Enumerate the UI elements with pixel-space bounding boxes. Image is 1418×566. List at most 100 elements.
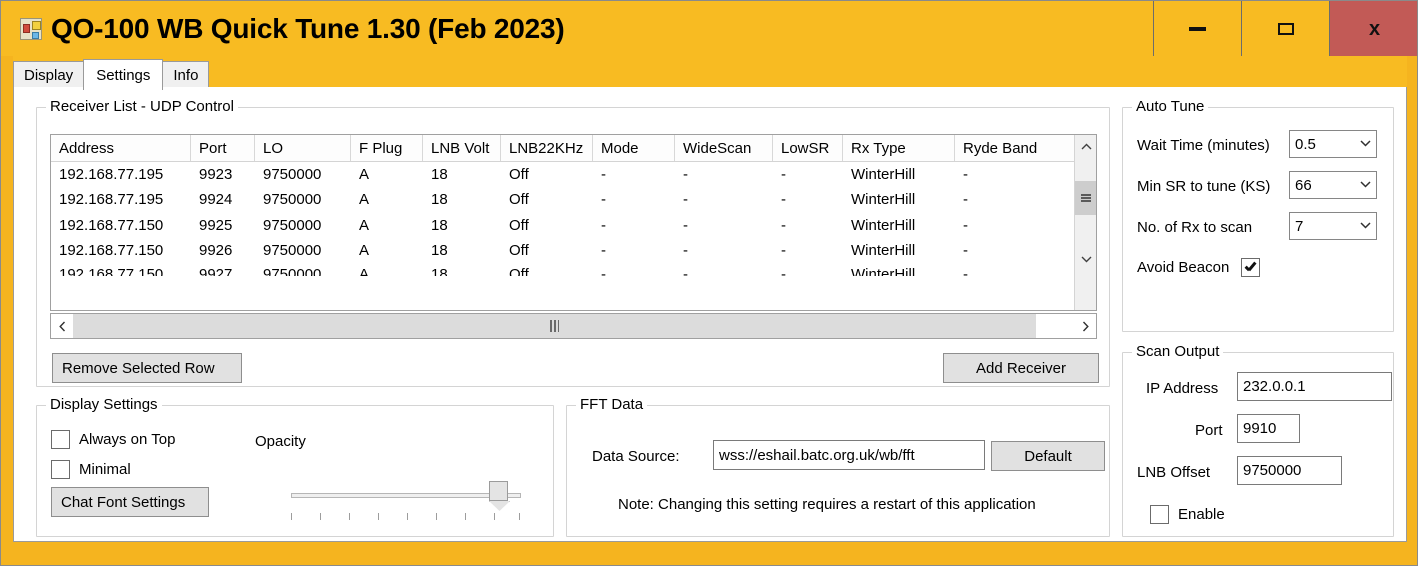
- column-header-mode[interactable]: Mode: [593, 135, 675, 161]
- wait-time-select[interactable]: 0.5: [1289, 130, 1377, 158]
- chevron-down-icon: [1354, 221, 1376, 232]
- column-header-lnbvolt[interactable]: LNB Volt: [423, 135, 501, 161]
- cell-lowsr: -: [781, 266, 786, 277]
- cell-fplug: A: [359, 216, 370, 234]
- close-button[interactable]: x: [1329, 1, 1417, 56]
- enable-checkbox[interactable]: [1150, 505, 1169, 524]
- column-header-widescan[interactable]: WideScan: [675, 135, 773, 161]
- avoid-beacon-checkbox[interactable]: [1241, 258, 1261, 277]
- opacity-slider-thumb[interactable]: [489, 481, 508, 501]
- minimal-row[interactable]: Minimal: [51, 460, 131, 479]
- hscroll-thumb[interactable]: [73, 314, 1036, 338]
- tab-display[interactable]: Display: [13, 61, 85, 88]
- auto-tune-group: Auto Tune Wait Time (minutes) 0.5 Min SR…: [1122, 98, 1394, 332]
- receiver-list-legend: Receiver List - UDP Control: [46, 98, 238, 115]
- receiver-table[interactable]: Address Port LO F Plug LNB Volt LNB22KHz…: [50, 134, 1097, 311]
- cell-port: 9923: [199, 165, 233, 183]
- tab-settings[interactable]: Settings: [83, 59, 164, 90]
- chat-font-settings-button[interactable]: Chat Font Settings: [51, 487, 209, 517]
- opacity-label: Opacity: [255, 433, 306, 450]
- cell-rxtype: WinterHill: [851, 266, 916, 277]
- cell-lnb22khz: Off: [509, 216, 529, 234]
- column-header-rxtype[interactable]: Rx Type: [843, 135, 955, 161]
- port-input[interactable]: 9910: [1237, 414, 1300, 443]
- min-sr-select[interactable]: 66: [1289, 171, 1377, 199]
- opacity-slider-ticks: [291, 513, 523, 521]
- cell-mode: -: [601, 191, 606, 209]
- avoid-beacon-label: Avoid Beacon: [1137, 259, 1230, 276]
- maximize-button[interactable]: [1241, 1, 1329, 56]
- add-receiver-button[interactable]: Add Receiver: [943, 353, 1099, 383]
- scroll-right-button[interactable]: [1074, 314, 1096, 338]
- always-on-top-row[interactable]: Always on Top: [51, 430, 175, 449]
- window-title: QO-100 WB Quick Tune 1.30 (Feb 2023): [51, 12, 565, 44]
- lnb-offset-input[interactable]: 9750000: [1237, 456, 1342, 485]
- ip-address-input[interactable]: 232.0.0.1: [1237, 372, 1392, 401]
- add-receiver-label: Add Receiver: [975, 359, 1067, 377]
- column-header-lo[interactable]: LO: [255, 135, 351, 161]
- maximize-icon: [1277, 22, 1294, 35]
- always-on-top-checkbox[interactable]: [51, 430, 70, 449]
- cell-rxtype: WinterHill: [851, 165, 916, 183]
- opacity-slider-track[interactable]: [291, 493, 521, 498]
- cell-lo: 9750000: [263, 191, 322, 209]
- default-button[interactable]: Default: [991, 441, 1105, 471]
- column-header-address[interactable]: Address: [51, 135, 191, 161]
- minimize-button[interactable]: [1153, 1, 1241, 56]
- table-row[interactable]: 192.168.77.150 9925 9750000 A 18 Off - -…: [51, 213, 1096, 239]
- port-value: 9910: [1243, 420, 1277, 437]
- enable-row[interactable]: Enable: [1150, 505, 1225, 524]
- close-icon: x: [1368, 17, 1381, 40]
- scroll-thumb[interactable]: [1075, 181, 1096, 215]
- window-controls: x: [1153, 1, 1417, 56]
- column-header-fplug[interactable]: F Plug: [351, 135, 423, 161]
- rx-scan-select[interactable]: 7: [1289, 212, 1377, 240]
- table-row[interactable]: 192.168.77.195 9923 9750000 A 18 Off - -…: [51, 162, 1096, 188]
- remove-selected-row-label: Remove Selected Row: [62, 359, 215, 377]
- cell-lowsr: -: [781, 191, 786, 209]
- cell-rydeband: -: [963, 165, 968, 183]
- column-header-lnb22khz[interactable]: LNB22KHz: [501, 135, 593, 161]
- table-horizontal-scrollbar[interactable]: [50, 313, 1097, 339]
- enable-label: Enable: [1178, 506, 1225, 523]
- minimal-checkbox[interactable]: [51, 460, 70, 479]
- cell-address: 192.168.77.150: [59, 216, 164, 234]
- column-header-lowsr[interactable]: LowSR: [773, 135, 843, 161]
- cell-rxtype: WinterHill: [851, 242, 916, 260]
- column-header-port[interactable]: Port: [191, 135, 255, 161]
- scroll-thumb-grip: [1081, 194, 1091, 202]
- tab-info-label: Info: [173, 66, 199, 84]
- column-header-rydeband[interactable]: Ryde Band: [955, 135, 1075, 161]
- cell-port: 9924: [199, 191, 233, 209]
- table-row[interactable]: 192.168.77.150 9926 9750000 A 18 Off - -…: [51, 239, 1096, 264]
- wait-time-value: 0.5: [1295, 135, 1316, 153]
- scroll-down-button[interactable]: [1075, 248, 1096, 270]
- tab-info[interactable]: Info: [162, 61, 210, 88]
- tab-strip: Display Settings Info: [13, 56, 1407, 90]
- cell-port: 9925: [199, 216, 233, 234]
- fft-data-group: FFT Data Data Source: wss://eshail.batc.…: [566, 396, 1110, 537]
- remove-selected-row-button[interactable]: Remove Selected Row: [52, 353, 242, 383]
- cell-lo: 9750000: [263, 266, 322, 277]
- cell-rydeband: -: [963, 191, 968, 209]
- table-row[interactable]: 192.168.77.195 9924 9750000 A 18 Off - -…: [51, 188, 1096, 213]
- cell-mode: -: [601, 165, 606, 183]
- cell-address: 192.168.77.195: [59, 191, 164, 209]
- table-vertical-scrollbar[interactable]: [1074, 135, 1096, 310]
- tab-display-label: Display: [24, 66, 74, 84]
- scan-output-group: Scan Output IP Address 232.0.0.1 Port 99…: [1122, 343, 1394, 537]
- table-row[interactable]: 192.168.77.150 9927 9750000 A 18 Off - -…: [51, 264, 1096, 277]
- cell-rydeband: -: [963, 216, 968, 234]
- cell-port: 9926: [199, 242, 233, 260]
- scroll-up-button[interactable]: [1075, 135, 1096, 157]
- min-sr-value: 66: [1295, 176, 1312, 194]
- data-source-input[interactable]: wss://eshail.batc.org.uk/wb/fft: [713, 440, 985, 470]
- avoid-beacon-row[interactable]: Avoid Beacon: [1137, 258, 1261, 277]
- scroll-left-button[interactable]: [51, 314, 73, 338]
- hscroll-track[interactable]: [73, 314, 1074, 338]
- tab-settings-label: Settings: [96, 66, 151, 84]
- opacity-slider[interactable]: [269, 471, 521, 526]
- chevron-right-icon: [1082, 321, 1089, 331]
- data-source-label: Data Source:: [592, 448, 680, 465]
- cell-rxtype: WinterHill: [851, 216, 916, 234]
